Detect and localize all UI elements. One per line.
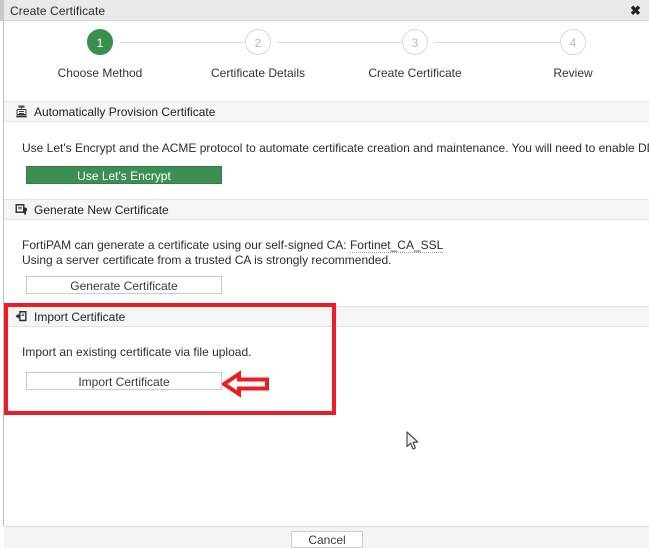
stepper-item-choose-method[interactable]: 1 Choose Method: [40, 29, 160, 80]
stepper-item-create-certificate[interactable]: 3 Create Certificate: [355, 29, 475, 80]
generate-certificate-icon: [15, 203, 28, 216]
dialog-footer: Cancel: [4, 526, 649, 548]
mouse-cursor: [406, 431, 420, 451]
section-header-generate-new: Generate New Certificate: [4, 199, 649, 220]
step-label-4: Review: [553, 66, 593, 80]
import-certificate-icon: [15, 310, 28, 323]
cancel-button[interactable]: Cancel: [291, 531, 363, 548]
step-number-1: 1: [87, 29, 113, 55]
step-label-1: Choose Method: [57, 66, 143, 80]
stepper-item-certificate-details[interactable]: 2 Certificate Details: [198, 29, 318, 80]
step-label-2: Certificate Details: [210, 66, 306, 80]
import-description: Import an existing certificate via file …: [22, 345, 252, 359]
import-certificate-button[interactable]: Import Certificate: [26, 372, 222, 390]
generate-new-ca-name: Fortinet_CA_SSL: [349, 238, 444, 253]
section-header-auto-provision: Automatically Provision Certificate: [4, 101, 649, 122]
section-title-generate-new: Generate New Certificate: [34, 203, 169, 217]
certificate-stamp-icon: [15, 105, 28, 118]
generate-new-description-line2: Using a server certificate from a truste…: [22, 253, 392, 267]
use-lets-encrypt-button[interactable]: Use Let's Encrypt: [26, 166, 222, 184]
step-number-2: 2: [245, 29, 271, 55]
stepper-item-review[interactable]: 4 Review: [513, 29, 633, 80]
section-body-generate-new: FortiPAM can generate a certificate usin…: [4, 220, 649, 303]
dialog-title: Create Certificate: [10, 4, 106, 18]
generate-new-description-prefix: FortiPAM can generate a certificate usin…: [22, 238, 350, 252]
close-icon[interactable]: ✖: [628, 3, 643, 18]
titlebar-accent-bar: [0, 0, 4, 21]
section-header-import: Import Certificate: [4, 306, 649, 327]
step-label-3: Create Certificate: [368, 66, 462, 80]
step-number-4: 4: [560, 29, 586, 55]
section-title-import: Import Certificate: [34, 310, 126, 324]
dialog-titlebar: Create Certificate ✖: [0, 0, 649, 21]
wizard-stepper: 1 Choose Method 2 Certificate Details 3 …: [4, 21, 649, 97]
generate-new-description-line1: FortiPAM can generate a certificate usin…: [22, 238, 444, 253]
section-body-auto-provision: Use Let's Encrypt and the ACME protocol …: [4, 122, 649, 196]
step-number-3: 3: [402, 29, 428, 55]
section-body-import: Import an existing certificate via file …: [4, 327, 649, 415]
section-title-auto-provision: Automatically Provision Certificate: [34, 105, 216, 119]
generate-certificate-button[interactable]: Generate Certificate: [26, 276, 222, 294]
auto-provision-description: Use Let's Encrypt and the ACME protocol …: [22, 141, 649, 155]
create-certificate-dialog: Create Certificate ✖ 1 Choose Method 2 C…: [0, 0, 649, 548]
